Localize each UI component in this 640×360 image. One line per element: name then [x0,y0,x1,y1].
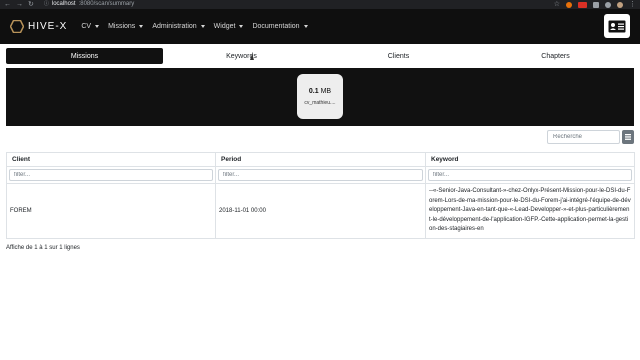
brand[interactable]: HIVE-X [10,20,67,33]
column-header-keyword[interactable]: Keyword [425,152,635,167]
cell-period: 2018-11-01 00:00 [215,183,426,239]
menu-widget[interactable]: Widget [214,23,244,30]
cv-panel: 0.1 MB cv_mathieu.... [6,68,634,126]
table-filter-row [6,166,635,184]
filter-keyword-input[interactable] [428,169,632,181]
caret-down-icon [95,25,100,28]
menu-label: Missions [108,23,136,30]
summary-tabs: Missions Keywords Clients Chapters [6,48,634,64]
grid-icon [625,134,631,140]
file-name: cv_mathieu.... [304,99,336,106]
cell-keyword: --«-Senior-Java-Consultant-»-chez-Onlyx-… [425,183,635,239]
menu-administration[interactable]: Administration [152,23,205,30]
forward-icon[interactable]: → [16,0,23,9]
menu-label: CV [81,23,92,30]
menu-label: Administration [152,23,197,30]
filter-cell [6,166,216,184]
file-size-value: 0.1 [308,87,319,95]
filter-period-input[interactable] [218,169,423,181]
search-row [6,130,634,144]
search-input[interactable] [547,130,620,144]
menu-documentation[interactable]: Documentation [252,23,308,30]
extension-badge-icon[interactable] [578,1,587,8]
caret-down-icon [200,25,205,28]
id-card-icon [608,20,626,32]
cell-client: FOREM [6,183,216,239]
filter-cell [425,166,635,184]
puzzle-icon[interactable] [605,1,611,8]
filter-client-input[interactable] [9,169,213,181]
menu-cv[interactable]: CV [81,23,100,30]
brand-name: HIVE-X [28,21,68,32]
caret-down-icon [239,25,244,28]
browser-menu-icon[interactable]: ⋮ [629,1,636,8]
column-header-period[interactable]: Period [215,152,426,167]
menu-missions[interactable]: Missions [108,23,144,30]
tab-keywords[interactable]: Keywords [163,48,320,64]
hive-logo-icon [10,20,24,33]
back-icon[interactable]: ← [4,0,11,9]
table-header-row: Client Period Keyword [6,152,635,167]
lock-icon: ⓘ [43,1,49,7]
user-card-button[interactable] [604,14,630,38]
profile-avatar[interactable] [617,1,623,8]
extension-icon[interactable] [593,1,599,8]
main-menu: CV Missions Administration Widget Docume… [81,23,308,30]
column-header-client[interactable]: Client [6,152,216,167]
browser-toolbar: ← → ↻ ⓘ localhost:8080/scan/summary ☆ ⋮ [0,0,640,9]
columns-toggle-button[interactable] [622,130,634,144]
app-navbar: HIVE-X CV Missions Administration Widget… [0,9,640,44]
filter-cell [215,166,426,184]
tab-missions[interactable]: Missions [6,48,163,64]
pagination-info: Affiche de 1 à 1 sur 1 lignes [6,244,80,251]
mouse-cursor [250,54,254,60]
menu-label: Widget [213,23,236,30]
caret-down-icon [139,25,144,28]
missions-table: Client Period Keyword FOREM 2018-11-01 0… [6,152,635,239]
file-size: 0.1 MB [309,88,331,95]
url-path: :8080/scan/summary [78,1,135,7]
file-size-unit: MB [320,87,332,95]
bookmark-star-icon[interactable]: ☆ [554,1,560,8]
browser-extensions: ☆ ⋮ [554,1,636,8]
menu-label: Documentation [252,23,300,30]
tab-chapters[interactable]: Chapters [477,48,634,64]
caret-down-icon [303,25,308,28]
table-row[interactable]: FOREM 2018-11-01 00:00 --«-Senior-Java-C… [6,183,635,239]
browser-nav: ← → ↻ [4,0,34,9]
extension-brave-icon[interactable] [566,1,572,8]
url-host: localhost [51,1,76,7]
tab-clients[interactable]: Clients [320,48,477,64]
address-bar[interactable]: ⓘ localhost:8080/scan/summary [44,0,134,9]
reload-icon[interactable]: ↻ [28,0,34,9]
cv-file-card[interactable]: 0.1 MB cv_mathieu.... [297,74,343,119]
